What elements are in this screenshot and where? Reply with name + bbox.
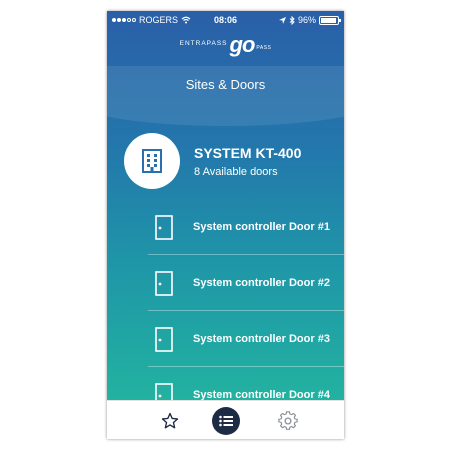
door-icon bbox=[155, 270, 173, 296]
battery-fill bbox=[321, 17, 337, 23]
list-item-door-1[interactable]: System controller Door #1 bbox=[148, 199, 344, 255]
system-name: SYSTEM KT-400 bbox=[194, 145, 302, 161]
page-title: Sites & Doors bbox=[185, 77, 266, 92]
app-screen: ROGERS 08:06 96% ENTRAPASS go PASS Sites… bbox=[107, 11, 344, 400]
battery-icon bbox=[319, 15, 341, 25]
tab-settings[interactable] bbox=[268, 401, 308, 439]
door-label: System controller Door #2 bbox=[193, 277, 330, 289]
door-icon bbox=[155, 214, 173, 240]
tab-list[interactable] bbox=[206, 401, 246, 439]
door-icon bbox=[155, 326, 173, 352]
system-avatar bbox=[124, 133, 180, 189]
brand-suffix: PASS bbox=[256, 45, 272, 51]
door-label: System controller Door #1 bbox=[193, 221, 330, 233]
tab-favorites[interactable] bbox=[150, 401, 190, 439]
brand-name: go bbox=[229, 32, 256, 57]
door-icon bbox=[155, 382, 173, 400]
system-header[interactable]: SYSTEM KT-400 8 Available doors bbox=[124, 133, 339, 193]
tab-list-active bbox=[212, 406, 240, 435]
tab-bar bbox=[107, 400, 344, 439]
brand-prefix: ENTRAPASS bbox=[179, 39, 228, 47]
list-item-door-4[interactable]: System controller Door #4 bbox=[148, 367, 344, 400]
gear-icon bbox=[278, 410, 298, 430]
list-item-door-2[interactable]: System controller Door #2 bbox=[148, 255, 344, 311]
list-icon bbox=[219, 415, 233, 426]
system-door-count: 8 Available doors bbox=[194, 166, 278, 178]
bluetooth-icon bbox=[289, 15, 295, 25]
battery-percent: 96% bbox=[297, 15, 316, 25]
door-list: System controller Door #1 System control… bbox=[148, 199, 344, 400]
location-arrow-icon bbox=[278, 16, 286, 24]
door-label: System controller Door #3 bbox=[193, 333, 330, 345]
status-bar: ROGERS 08:06 96% bbox=[107, 11, 344, 29]
building-icon bbox=[142, 149, 162, 173]
status-right: 96% bbox=[278, 15, 341, 25]
brand-logo: ENTRAPASS go PASS bbox=[107, 31, 344, 59]
phone-frame: ROGERS 08:06 96% ENTRAPASS go PASS Sites… bbox=[107, 11, 344, 439]
list-item-door-3[interactable]: System controller Door #3 bbox=[148, 311, 344, 367]
star-icon bbox=[161, 412, 179, 428]
nav-bar-background bbox=[107, 66, 344, 126]
door-label: System controller Door #4 bbox=[193, 389, 330, 400]
